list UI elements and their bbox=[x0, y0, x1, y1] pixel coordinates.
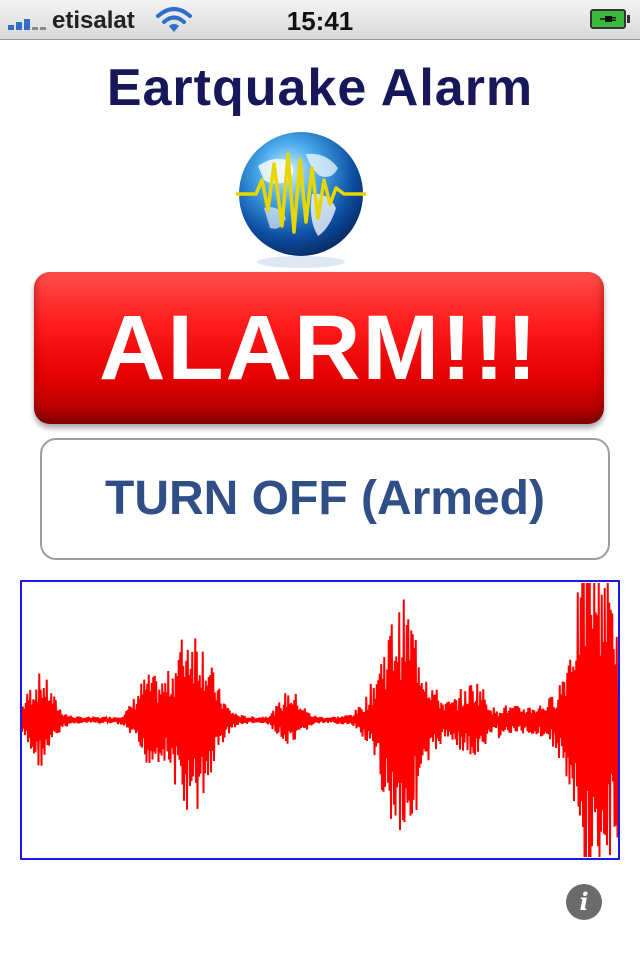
alarm-button[interactable]: ALARM!!! bbox=[34, 272, 604, 424]
seismic-globe-icon bbox=[236, 132, 366, 268]
seismic-waveform bbox=[22, 582, 618, 858]
info-button[interactable]: i bbox=[566, 884, 602, 920]
waveform-line bbox=[22, 582, 618, 858]
status-bar: etisalat 15:41 bbox=[0, 0, 640, 40]
status-time: 15:41 bbox=[286, 6, 354, 36]
app-title: Eartquake Alarm bbox=[106, 59, 534, 117]
seismograph-display bbox=[20, 580, 620, 860]
turn-off-button[interactable]: TURN OFF (Armed) bbox=[40, 438, 610, 560]
battery-charging-icon bbox=[590, 9, 630, 29]
